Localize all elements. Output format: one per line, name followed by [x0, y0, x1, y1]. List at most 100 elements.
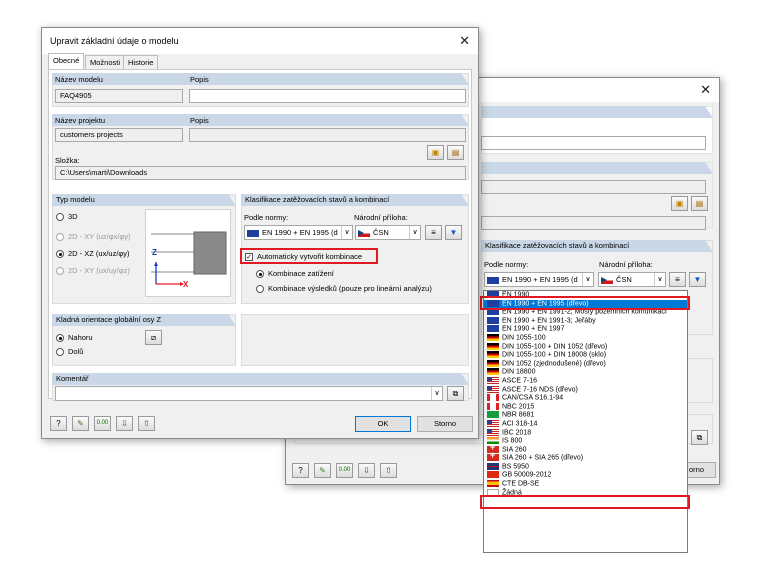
standard-option[interactable]: EN 1990 + EN 1997 [484, 325, 687, 334]
chevron-down-icon: ∨ [654, 273, 665, 286]
standard-option[interactable]: SIA 260 [484, 443, 687, 455]
ok-button[interactable]: OK [355, 416, 411, 432]
standard-option[interactable]: DIN 1055-100 + DIN 1052 (dřevo) [484, 342, 687, 352]
result-combo-radio[interactable] [256, 285, 264, 293]
folder-up-icon[interactable]: ▤ [447, 145, 464, 160]
help-icon[interactable]: ? [50, 416, 67, 431]
back-cancel-button[interactable]: orno [686, 462, 716, 478]
standard-option[interactable]: CTE DB-SE [484, 480, 687, 489]
standard-option[interactable]: DIN 1055-100 [484, 333, 687, 343]
front-close-icon[interactable]: ✕ [459, 34, 470, 48]
units-icon[interactable]: 0.00 [94, 416, 111, 431]
standard-option[interactable]: DIN 18800 [484, 368, 687, 377]
ca-flag-icon [487, 402, 499, 410]
ch-flag-icon [487, 451, 499, 462]
back-field-c [481, 216, 706, 230]
back-annex-select[interactable]: ČSN ∨ [598, 272, 666, 287]
us-flag-icon [487, 428, 499, 436]
back-folder-up-icon[interactable]: ▤ [691, 196, 708, 211]
back-edit-icon[interactable]: ✎ [314, 463, 331, 478]
standard-option[interactable]: ASCE 7-16 NDS (dřevo) [484, 385, 687, 395]
result-combo-label: Kombinace výsledků (pouze pro lineární a… [268, 284, 432, 293]
back-filter-icon[interactable]: ▼ [689, 272, 706, 287]
axis-up-radio[interactable] [56, 334, 64, 342]
export-icon[interactable]: ⇧ [138, 416, 155, 431]
project-header [52, 114, 469, 126]
standard-option-label: EN 1990 + EN 1997 [502, 325, 565, 333]
standard-option[interactable]: SIA 260 + SIA 265 (dřevo) [484, 451, 687, 463]
back-comment-button-icon[interactable]: ⧉ [691, 430, 708, 445]
standard-option[interactable]: EN 1990 + EN 1991-3; Jeřáby [484, 316, 687, 326]
back-close-icon[interactable]: ✕ [700, 83, 711, 97]
model-type-2d-xy-radio[interactable] [56, 233, 64, 241]
standard-option-label: SIA 260 [502, 446, 527, 454]
axis-view-icon[interactable]: ⧄ [145, 330, 162, 345]
annex-select[interactable]: ČSN ∨ [355, 225, 421, 240]
model-name-field: FAQ4905 [55, 89, 183, 103]
description-input[interactable] [189, 89, 466, 103]
project-name-field: customers projects [55, 128, 183, 142]
standard-option[interactable]: IS 800 [484, 437, 687, 446]
back-import-icon[interactable]: ⇩ [358, 463, 375, 478]
eu-flag-icon [487, 276, 499, 284]
standard-option[interactable]: ASCE 7-16 [484, 376, 687, 386]
annotation-box-en1995 [480, 296, 690, 310]
standard-option[interactable]: NBC 2015 [484, 402, 687, 412]
standard-option[interactable]: DIN 1055-100 + DIN 18008 (sklo) [484, 351, 687, 360]
standard-option-label: CAN/CSA S16.1-94 [502, 394, 564, 402]
ca-flag-icon [487, 394, 499, 402]
axis-down-radio[interactable] [56, 348, 64, 356]
dialog-title: Upravit základní údaje o modelu [50, 36, 179, 46]
gb-flag-icon [487, 462, 499, 470]
standard-option[interactable]: CAN/CSA S16.1-94 [484, 394, 687, 403]
folder-label: Složka: [55, 156, 80, 165]
standard-option[interactable]: DIN 1052 (zjednodušené) (dřevo) [484, 359, 687, 369]
chevron-down-icon: ∨ [409, 226, 420, 239]
edit-standard-icon[interactable]: ≡ [425, 225, 442, 240]
standard-option-label: DIN 1052 (zjednodušené) (dřevo) [502, 360, 606, 368]
tab-general[interactable]: Obecné [48, 53, 85, 69]
standard-option-label: DIN 18800 [502, 368, 536, 376]
standard-option[interactable]: IBC 2018 [484, 428, 687, 438]
model-type-2d-xy-plane-radio[interactable] [56, 267, 64, 275]
back-units-icon[interactable]: 0.00 [336, 463, 353, 478]
load-combo-label: Kombinace zatížení [268, 269, 334, 278]
model-type-2d-xz-radio[interactable] [56, 250, 64, 258]
back-help-icon[interactable]: ? [292, 463, 309, 478]
model-type-3d-radio[interactable] [56, 213, 64, 221]
us-flag-icon [487, 385, 499, 393]
load-combo-radio[interactable] [256, 270, 264, 278]
back-field-a[interactable] [481, 136, 706, 150]
model-type-2d-xy-plane-label: 2D - XY (ux/uy/φz) [68, 266, 130, 275]
cancel-button[interactable]: Storno [417, 416, 473, 432]
filter-icon[interactable]: ▼ [445, 225, 462, 240]
standard-option[interactable]: ACI 318-14 [484, 419, 687, 429]
project-name-label: Název projektu [55, 116, 106, 125]
edit-icon[interactable]: ✎ [72, 416, 89, 431]
back-annex-value: ČSN [616, 275, 632, 284]
standard-select[interactable]: EN 1990 + EN 1995 (d ∨ [244, 225, 353, 240]
axis-up-label: Nahoru [68, 333, 93, 342]
standard-option[interactable]: GB 50009-2012 [484, 471, 687, 480]
cz-flag-icon [358, 229, 370, 237]
standard-option-label: ACI 318-14 [502, 420, 538, 428]
front-dialog: Upravit základní údaje o modelu ✕ Obecné… [41, 27, 479, 439]
comment-input[interactable]: ∨ [55, 386, 443, 401]
standard-dropdown-list[interactable]: EN 1990 EN 1990 + EN 1995 (dřevo) EN 1990 … [483, 290, 688, 553]
standard-option[interactable]: NBR 8681 [484, 411, 687, 420]
back-standard-select[interactable]: EN 1990 + EN 1995 (d ∨ [484, 272, 594, 287]
tab-options[interactable]: Možnosti [85, 55, 126, 69]
back-annex-label: Národní příloha: [599, 260, 653, 269]
comment-library-icon[interactable]: ⧉ [447, 386, 464, 401]
back-folder-icon[interactable]: ▣ [671, 196, 688, 211]
standard-option[interactable]: BS 5950 [484, 462, 687, 472]
model-type-header: Typ modelu [52, 194, 236, 206]
back-field-b [481, 180, 706, 194]
folder-icon[interactable]: ▣ [427, 145, 444, 160]
annex-label: Národní příloha: [354, 213, 408, 222]
tab-history[interactable]: Historie [123, 55, 159, 69]
back-edit-standard-icon[interactable]: ≡ [669, 272, 686, 287]
back-classification-header: Klasifikace zatěžovacích stavů a kombina… [481, 240, 713, 252]
back-export-icon[interactable]: ⇧ [380, 463, 397, 478]
import-icon[interactable]: ⇩ [116, 416, 133, 431]
